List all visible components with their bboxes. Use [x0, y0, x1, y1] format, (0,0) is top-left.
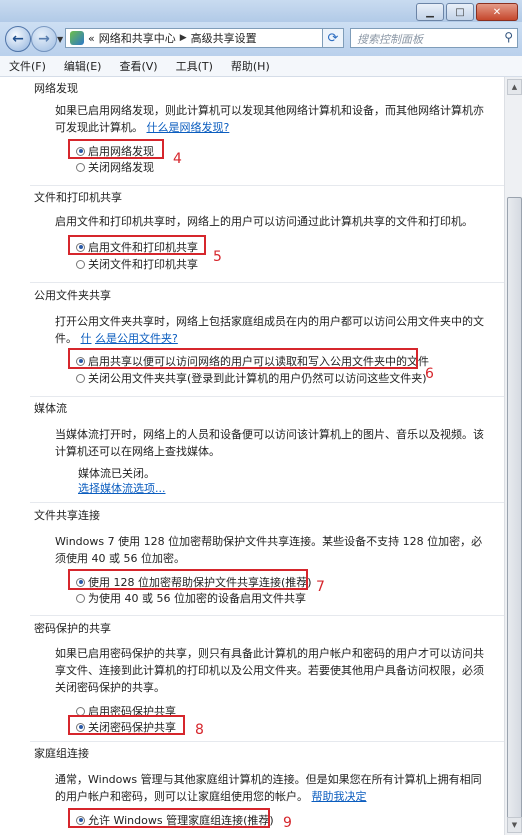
settings-content: 网络发现 如果已启用网络发现，则此计算机可以发现其他网络计算机和设备，而其他网络… [0, 77, 504, 835]
section-title-public: 公用文件夹共享 [34, 289, 111, 302]
breadcrumb-prefix[interactable]: « [88, 32, 95, 45]
homegroup-help-link[interactable]: 帮助我决定 [312, 790, 367, 803]
radio-label: 为使用 40 或 56 位加密的设备启用文件共享 [88, 592, 306, 605]
radio-unselected-icon [76, 373, 85, 383]
radio-label: 关闭公用文件夹共享(登录到此计算机的用户仍然可以访问这些文件夹) [88, 372, 427, 385]
section-desc-public: 打开公用文件夹共享时，网络上包括家庭组成员在内的用户都可以访问公用文件夹中的文件… [55, 313, 490, 347]
homegroup-desc-text: 通常，Windows 管理与其他家庭组计算机的连接。但是如果您在所有计算机上拥有… [55, 773, 482, 803]
back-arrow-icon: ← [12, 31, 24, 47]
radio-printer-off[interactable]: 关闭文件和打印机共享 [76, 256, 198, 272]
menu-bar: 文件(F) 编辑(E) 查看(V) 工具(T) 帮助(H) [0, 56, 522, 77]
chevron-right-icon[interactable]: ▶ [180, 33, 187, 43]
step-marker: 6 [425, 366, 434, 382]
public-help-link-a[interactable]: 什 [81, 332, 92, 345]
radio-unselected-icon [76, 162, 85, 172]
scrollbar-thumb[interactable] [507, 197, 522, 819]
section-desc-homegroup: 通常，Windows 管理与其他家庭组计算机的连接。但是如果您在所有计算机上拥有… [55, 771, 490, 805]
section-title-encryption: 文件共享连接 [34, 509, 100, 522]
media-options-link[interactable]: 选择媒体流选项... [78, 480, 166, 497]
highlight-box [68, 235, 206, 255]
refresh-button[interactable]: ⟳ [322, 28, 344, 48]
control-panel-icon [70, 31, 84, 45]
divider [30, 741, 504, 742]
vertical-scrollbar[interactable]: ▲ ▼ [504, 77, 522, 835]
breadcrumb-network-center[interactable]: 网络和共享中心 [99, 30, 176, 46]
menu-edit[interactable]: 编辑(E) [55, 58, 111, 74]
divider [30, 502, 504, 503]
highlight-box [68, 808, 270, 828]
forward-button[interactable]: → [31, 26, 57, 52]
scroll-up-icon[interactable]: ▲ [507, 79, 522, 95]
highlight-box [68, 348, 418, 369]
radio-label: 关闭文件和打印机共享 [88, 258, 198, 271]
search-input[interactable]: 搜索控制面板 ⚲ [350, 28, 518, 48]
section-desc-password: 如果已启用密码保护的共享，则只有具备此计算机的用户帐户和密码的用户才可以访问共享… [55, 647, 484, 694]
radio-unselected-icon [76, 593, 85, 603]
menu-view[interactable]: 查看(V) [110, 58, 166, 74]
step-marker: 4 [173, 151, 182, 167]
back-button[interactable]: ← [5, 26, 31, 52]
highlight-box [68, 139, 164, 159]
divider [30, 615, 504, 616]
menu-tools[interactable]: 工具(T) [167, 58, 222, 74]
navigation-bar: ← → ▼ « 网络和共享中心 ▶ 高级共享设置 ▼ ⟳ 搜索控制面板 ⚲ [0, 22, 522, 56]
step-marker: 7 [316, 579, 325, 595]
highlight-box [68, 569, 308, 590]
minimize-button[interactable]: ▁ [416, 3, 444, 21]
menu-help[interactable]: 帮助(H) [222, 58, 279, 74]
discovery-help-link[interactable]: 什么是网络发现? [147, 121, 230, 134]
radio-discovery-off[interactable]: 关闭网络发现 [76, 159, 154, 175]
step-marker: 9 [283, 815, 292, 831]
section-desc-media: 当媒体流打开时，网络上的人员和设备便可以访问该计算机上的图片、音乐以及视频。该计… [55, 428, 484, 458]
public-help-link-b[interactable]: 么是公用文件夹? [95, 332, 178, 345]
window-controls: ▁ □ ✕ [416, 3, 518, 21]
search-icon[interactable]: ⚲ [504, 30, 513, 44]
radio-public-off[interactable]: 关闭公用文件夹共享(登录到此计算机的用户仍然可以访问这些文件夹) [76, 370, 427, 386]
refresh-icon: ⟳ [327, 30, 339, 46]
step-marker: 5 [213, 249, 222, 265]
divider [30, 282, 504, 283]
discovery-desc-text: 如果已启用网络发现，则此计算机可以发现其他网络计算机和设备，而其他网络计算机亦可… [55, 104, 484, 134]
address-bar[interactable]: « 网络和共享中心 ▶ 高级共享设置 ▼ [65, 28, 340, 48]
forward-arrow-icon: → [38, 31, 50, 47]
section-desc-discovery: 如果已启用网络发现，则此计算机可以发现其他网络计算机和设备，而其他网络计算机亦可… [55, 102, 490, 136]
radio-unselected-icon [76, 259, 85, 269]
close-button[interactable]: ✕ [476, 3, 518, 21]
radio-label: 关闭网络发现 [88, 161, 154, 174]
menu-file[interactable]: 文件(F) [0, 58, 55, 74]
section-title-printer: 文件和打印机共享 [34, 191, 122, 204]
highlight-box [68, 715, 185, 735]
section-title-password: 密码保护的共享 [34, 622, 111, 635]
scroll-down-icon[interactable]: ▼ [507, 817, 522, 833]
divider [30, 396, 504, 397]
history-dropdown-icon[interactable]: ▼ [57, 35, 63, 44]
radio-encryption-40-56[interactable]: 为使用 40 或 56 位加密的设备启用文件共享 [76, 590, 306, 606]
section-desc-printer: 启用文件和打印机共享时，网络上的用户可以访问通过此计算机共享的文件和打印机。 [55, 215, 473, 228]
breadcrumb-advanced-sharing[interactable]: 高级共享设置 [191, 30, 257, 46]
section-title-media: 媒体流 [34, 402, 67, 415]
section-desc-encryption: Windows 7 使用 128 位加密帮助保护文件共享连接。某些设备不支持 1… [55, 535, 483, 565]
search-placeholder: 搜索控制面板 [357, 33, 423, 46]
section-title-homegroup: 家庭组连接 [34, 747, 89, 760]
maximize-button[interactable]: □ [446, 3, 474, 21]
step-marker: 8 [195, 722, 204, 738]
divider [30, 185, 504, 186]
section-title-discovery: 网络发现 [34, 82, 78, 95]
